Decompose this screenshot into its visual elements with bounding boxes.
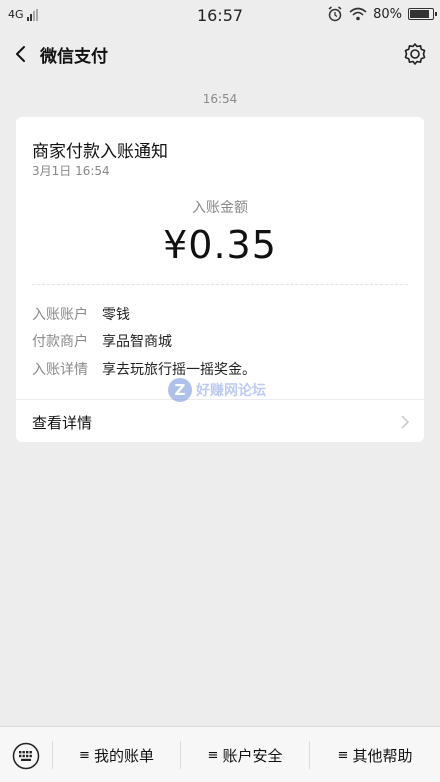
detail-row-description: 入账详情 享去玩旅行摇一摇奖金。: [32, 359, 256, 379]
wifi-icon: [349, 7, 367, 21]
detail-row-merchant: 付款商户 享品智商城: [32, 331, 172, 351]
keyboard-icon[interactable]: [12, 742, 40, 770]
watermark: Z 好赚网论坛: [168, 378, 266, 402]
menu-label: 其他帮助: [352, 746, 413, 765]
row-value: 享去玩旅行摇一摇奖金。: [102, 362, 256, 378]
amount-label: 入账金额: [192, 200, 248, 216]
menu-label: 我的账单: [93, 746, 154, 765]
dashed-divider: [32, 284, 408, 285]
bottom-menu-bar: ≡ 我的账单 ≡ 账户安全 ≡ 其他帮助: [0, 726, 440, 782]
row-value: 零钱: [102, 307, 130, 323]
detail-row-account: 入账账户 零钱: [32, 304, 130, 324]
status-bar: 4G 16:57 80%: [0, 0, 440, 30]
chevron-right-icon: [401, 415, 410, 429]
menu-account-security[interactable]: ≡ 账户安全: [181, 727, 309, 782]
message-timestamp: 16:54: [202, 92, 238, 106]
view-details-link[interactable]: 查看详情: [32, 412, 92, 433]
menu-icon: ≡: [207, 747, 219, 763]
status-right: 80%: [327, 6, 437, 22]
row-key: 付款商户: [32, 334, 88, 350]
row-value: 享品智商城: [102, 334, 172, 350]
alarm-icon: [328, 6, 342, 22]
card-title: 商家付款入账通知: [32, 142, 168, 162]
menu-label: 账户安全: [222, 746, 283, 765]
row-key: 入账账户: [32, 307, 88, 323]
battery-fill: [410, 10, 430, 18]
card-date: 3月1日 16:54: [32, 164, 110, 178]
menu-my-bills[interactable]: ≡ 我的账单: [53, 727, 180, 782]
watermark-logo-icon: Z: [168, 378, 192, 402]
back-arrow-icon[interactable]: [8, 40, 36, 68]
gear-icon[interactable]: [402, 41, 428, 67]
watermark-text: 好赚网论坛: [196, 383, 266, 399]
battery-percent: 80%: [373, 6, 402, 22]
menu-other-help[interactable]: ≡ 其他帮助: [310, 727, 440, 782]
amount-value: ¥0.35: [163, 223, 277, 267]
menu-icon: ≡: [337, 747, 349, 763]
page-title: 微信支付: [40, 47, 108, 67]
row-key: 入账详情: [32, 362, 88, 378]
menu-icon: ≡: [79, 747, 90, 763]
battery-icon: [408, 8, 437, 20]
nav-bar: 微信支付: [0, 30, 440, 78]
